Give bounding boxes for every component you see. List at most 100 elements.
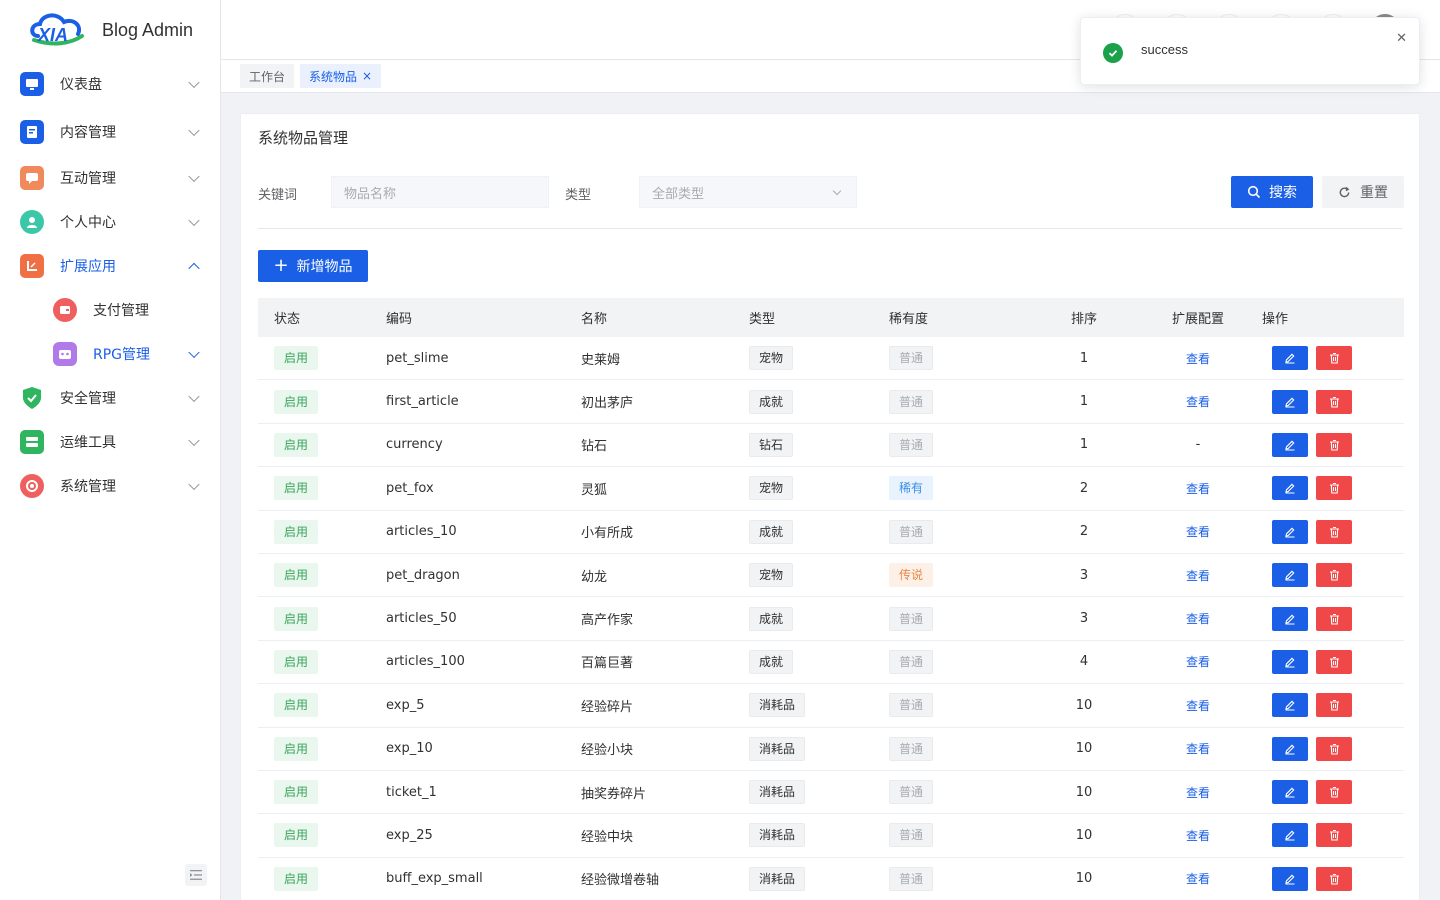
code-cell: buff_exp_small bbox=[386, 871, 483, 887]
search-button[interactable]: 搜索 bbox=[1231, 176, 1313, 208]
table-row: 启用 exp_25 经验中块 消耗品 普通 10 查看 bbox=[258, 814, 1404, 858]
type-badge: 消耗品 bbox=[749, 693, 806, 718]
actions-cell bbox=[1262, 606, 1402, 631]
sidebar-item-label: 运维工具 bbox=[60, 435, 116, 451]
edit-button[interactable] bbox=[1272, 519, 1308, 544]
chevron-down-icon bbox=[188, 390, 200, 403]
status-cell: 启用 bbox=[258, 519, 386, 544]
collapse-sidebar-button[interactable] bbox=[185, 864, 207, 886]
rarity-badge: 普通 bbox=[889, 736, 934, 761]
sidebar-item-extensions[interactable]: 扩展应用 bbox=[0, 244, 220, 288]
status-badge: 启用 bbox=[274, 432, 319, 457]
edit-icon bbox=[1285, 700, 1295, 711]
delete-button[interactable] bbox=[1316, 563, 1352, 588]
col-sort: 排序 bbox=[1070, 312, 1097, 327]
edit-button[interactable] bbox=[1272, 563, 1308, 588]
tab-system-items[interactable]: 系统物品 × bbox=[300, 64, 382, 88]
reset-button[interactable]: 重置 bbox=[1322, 176, 1404, 208]
add-item-button[interactable]: + 新增物品 bbox=[258, 250, 368, 282]
items-table: 状态 编码 名称 类型 稀有度 排序 扩展配置 操作 启用 pet_slime 史莱… bbox=[258, 298, 1404, 900]
delete-button[interactable] bbox=[1316, 780, 1352, 805]
sidebar-item-rpg[interactable]: RPG管理 bbox=[0, 332, 220, 376]
name-cell: 经验小块 bbox=[581, 743, 634, 759]
delete-button[interactable] bbox=[1316, 476, 1352, 501]
rarity-cell: 普通 bbox=[889, 649, 1034, 674]
view-config-link[interactable]: 查看 bbox=[1186, 352, 1210, 366]
view-config-link[interactable]: 查看 bbox=[1186, 525, 1210, 539]
view-config-link[interactable]: 查看 bbox=[1186, 612, 1210, 626]
sidebar-item-interaction[interactable]: 互动管理 bbox=[0, 156, 220, 200]
delete-button[interactable] bbox=[1316, 693, 1352, 718]
status-cell: 启用 bbox=[258, 389, 386, 414]
trash-icon bbox=[1329, 483, 1339, 494]
edit-button[interactable] bbox=[1272, 476, 1308, 501]
sidebar-item-content[interactable]: 内容管理 bbox=[0, 108, 220, 156]
rarity-cell: 传说 bbox=[889, 563, 1034, 588]
col-name: 名称 bbox=[581, 312, 608, 327]
view-config-link[interactable]: 查看 bbox=[1186, 872, 1210, 886]
sidebar-item-profile[interactable]: 个人中心 bbox=[0, 200, 220, 244]
sidebar-item-ops[interactable]: 运维工具 bbox=[0, 420, 220, 464]
close-icon[interactable]: × bbox=[362, 69, 372, 83]
trash-icon bbox=[1329, 613, 1339, 625]
view-config-link[interactable]: 查看 bbox=[1186, 699, 1210, 713]
edit-button[interactable] bbox=[1272, 780, 1308, 805]
edit-button[interactable] bbox=[1272, 823, 1308, 848]
sort-cell: 10 bbox=[1075, 784, 1093, 800]
delete-button[interactable] bbox=[1316, 432, 1352, 457]
sort-cell: 10 bbox=[1075, 741, 1093, 757]
view-config-link[interactable]: 查看 bbox=[1186, 482, 1210, 496]
sidebar-item-security[interactable]: 安全管理 bbox=[0, 376, 220, 420]
edit-button[interactable] bbox=[1272, 346, 1308, 371]
view-config-link[interactable]: 查看 bbox=[1186, 829, 1210, 843]
edit-button[interactable] bbox=[1272, 649, 1308, 674]
keyword-input[interactable]: 物品名称 bbox=[331, 176, 549, 208]
status-badge: 启用 bbox=[274, 823, 319, 848]
view-config-link[interactable]: 查看 bbox=[1186, 655, 1210, 669]
sort-cell: 10 bbox=[1075, 697, 1093, 713]
edit-button[interactable] bbox=[1272, 693, 1308, 718]
delete-button[interactable] bbox=[1316, 866, 1352, 891]
sort-cell: 10 bbox=[1075, 871, 1093, 887]
code-cell: articles_10 bbox=[386, 524, 457, 540]
view-config-link[interactable]: 查看 bbox=[1186, 569, 1210, 583]
sort-cell: 1 bbox=[1079, 350, 1089, 366]
edit-button[interactable] bbox=[1272, 606, 1308, 631]
sort-cell: 3 bbox=[1079, 567, 1089, 583]
logo[interactable]: XIA Blog Admin bbox=[0, 0, 220, 60]
delete-button[interactable] bbox=[1316, 736, 1352, 761]
sort-cell: 10 bbox=[1075, 827, 1093, 843]
settings-icon bbox=[20, 474, 44, 498]
status-badge: 启用 bbox=[274, 649, 319, 674]
delete-button[interactable] bbox=[1316, 389, 1352, 414]
delete-button[interactable] bbox=[1316, 346, 1352, 371]
view-config-link[interactable]: 查看 bbox=[1186, 786, 1210, 800]
name-cell: 史莱姆 bbox=[581, 352, 621, 368]
rarity-cell: 普通 bbox=[889, 693, 1034, 718]
view-config-link[interactable]: 查看 bbox=[1186, 395, 1210, 409]
table-row: 启用 pet_fox 灵狐 宠物 稀有 2 查看 bbox=[258, 467, 1404, 511]
type-badge: 消耗品 bbox=[749, 866, 806, 891]
status-badge: 启用 bbox=[274, 346, 319, 371]
delete-button[interactable] bbox=[1316, 823, 1352, 848]
edit-button[interactable] bbox=[1272, 432, 1308, 457]
type-badge: 成就 bbox=[749, 519, 794, 544]
actions-cell bbox=[1262, 649, 1402, 674]
edit-icon bbox=[1285, 831, 1295, 841]
delete-button[interactable] bbox=[1316, 606, 1352, 631]
sidebar-item-payment[interactable]: 支付管理 bbox=[0, 288, 220, 332]
type-cell: 消耗品 bbox=[749, 693, 889, 718]
search-icon bbox=[1247, 185, 1261, 199]
delete-button[interactable] bbox=[1316, 519, 1352, 544]
sidebar-item-dashboard[interactable]: 仪表盘 bbox=[0, 60, 220, 108]
view-config-link[interactable]: 查看 bbox=[1186, 742, 1210, 756]
close-icon[interactable]: ✕ bbox=[1396, 31, 1407, 46]
delete-button[interactable] bbox=[1316, 649, 1352, 674]
rarity-cell: 普通 bbox=[889, 606, 1034, 631]
sidebar-item-system[interactable]: 系统管理 bbox=[0, 464, 220, 508]
edit-button[interactable] bbox=[1272, 736, 1308, 761]
type-select[interactable]: 全部类型 bbox=[639, 176, 857, 208]
tab-workbench[interactable]: 工作台 bbox=[240, 64, 295, 88]
edit-button[interactable] bbox=[1272, 866, 1308, 891]
edit-button[interactable] bbox=[1272, 389, 1308, 414]
